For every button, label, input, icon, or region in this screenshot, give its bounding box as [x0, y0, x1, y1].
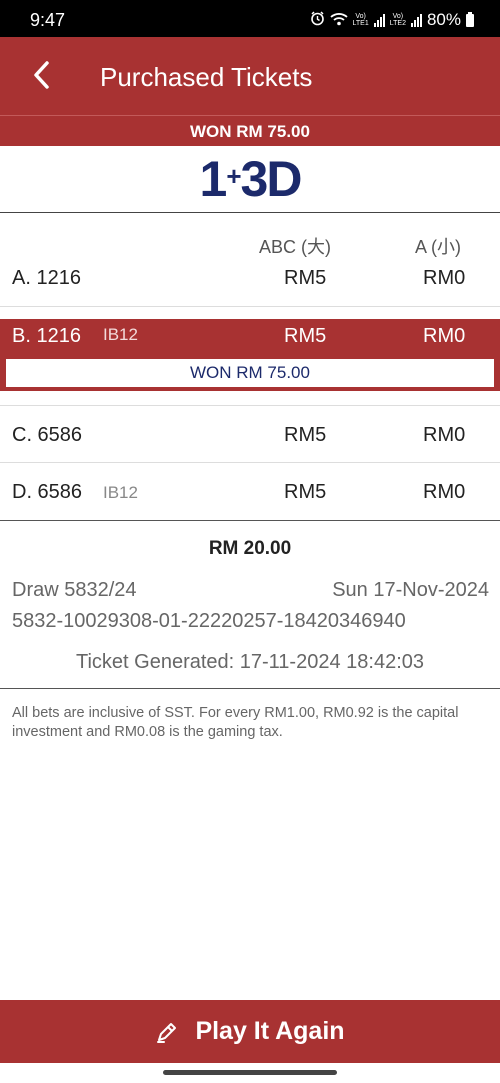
status-icons: Vo) LTE1 Vo) LTE2 80%: [310, 10, 474, 30]
wifi-icon: [329, 12, 348, 29]
bet-tag: IB12: [103, 325, 138, 344]
game-logo: 1 + 3D: [199, 150, 303, 208]
bet-row-c: C. 6586 RM5 RM0: [0, 405, 500, 463]
play-again-label: Play It Again: [195, 1017, 345, 1045]
page-title: Purchased Tickets: [100, 62, 313, 92]
ticket-generated: Ticket Generated: 17-11-2024 18:42:03: [75, 651, 424, 673]
bet-abc-amount: RM5: [284, 481, 327, 503]
bet-a-amount: RM0: [423, 481, 466, 503]
system-nav-bar: [0, 1063, 500, 1083]
bet-a-amount: RM0: [423, 267, 466, 289]
play-again-button[interactable]: Play It Again: [0, 1000, 500, 1063]
bet-number: D. 6586: [12, 481, 83, 503]
app-header: Purchased Tickets: [0, 37, 500, 115]
bet-row-b-winner: B. 1216 IB12 RM5 RM0 WON RM 75.00: [0, 319, 500, 391]
bet-number: B. 1216: [12, 325, 81, 347]
ticket-serial: 5832-10029308-01-22220257-18420346940: [12, 610, 406, 632]
pencil-icon: [157, 1022, 177, 1043]
bet-a-amount: RM0: [423, 424, 466, 446]
bet-a-amount: RM0: [423, 325, 466, 347]
signal1-icon: [373, 13, 385, 27]
battery-percent: 80%: [426, 10, 461, 29]
bet-tag: IB12: [103, 483, 138, 502]
logo-left: 1: [199, 151, 228, 207]
bet-abc-amount: RM5: [284, 325, 327, 347]
lte2-signal-icon: Vo) LTE2: [389, 13, 406, 27]
alarm-icon: [310, 11, 325, 29]
status-time: 9:47: [30, 10, 66, 30]
bet-number: A. 1216: [12, 267, 81, 289]
bet-row-d: D. 6586 IB12 RM5 RM0: [0, 463, 500, 521]
game-logo-area: 1 + 3D: [0, 146, 500, 213]
ticket-total: RM 20.00: [208, 538, 292, 559]
draw-number: Draw 5832/24: [12, 579, 137, 601]
bet-abc-amount: RM5: [284, 267, 327, 289]
battery-icon: [466, 11, 474, 27]
bet-number: C. 6586: [12, 424, 83, 446]
win-amount-box: WON RM 75.00: [4, 357, 496, 389]
logo-right: 3D: [240, 151, 303, 207]
lte1-signal-icon: Vo) LTE1: [352, 13, 369, 27]
chevron-left-icon: [34, 61, 49, 89]
back-button[interactable]: [22, 55, 62, 95]
signal2-icon: [410, 13, 422, 27]
bet-abc-amount: RM5: [284, 424, 327, 446]
logo-plus: +: [226, 160, 241, 191]
tax-disclaimer: All bets are inclusive of SST. For every…: [12, 705, 459, 740]
bet-row-a: A. 1216 RM5 RM0: [0, 249, 500, 307]
status-bar: 9:47 Vo) LTE1 Vo) LTE2 80%: [0, 0, 500, 37]
divider: [0, 688, 500, 689]
won-banner: WON RM 75.00: [0, 115, 500, 146]
draw-date: Sun 17-Nov-2024: [332, 579, 489, 601]
home-gesture-handle[interactable]: [163, 1070, 337, 1075]
